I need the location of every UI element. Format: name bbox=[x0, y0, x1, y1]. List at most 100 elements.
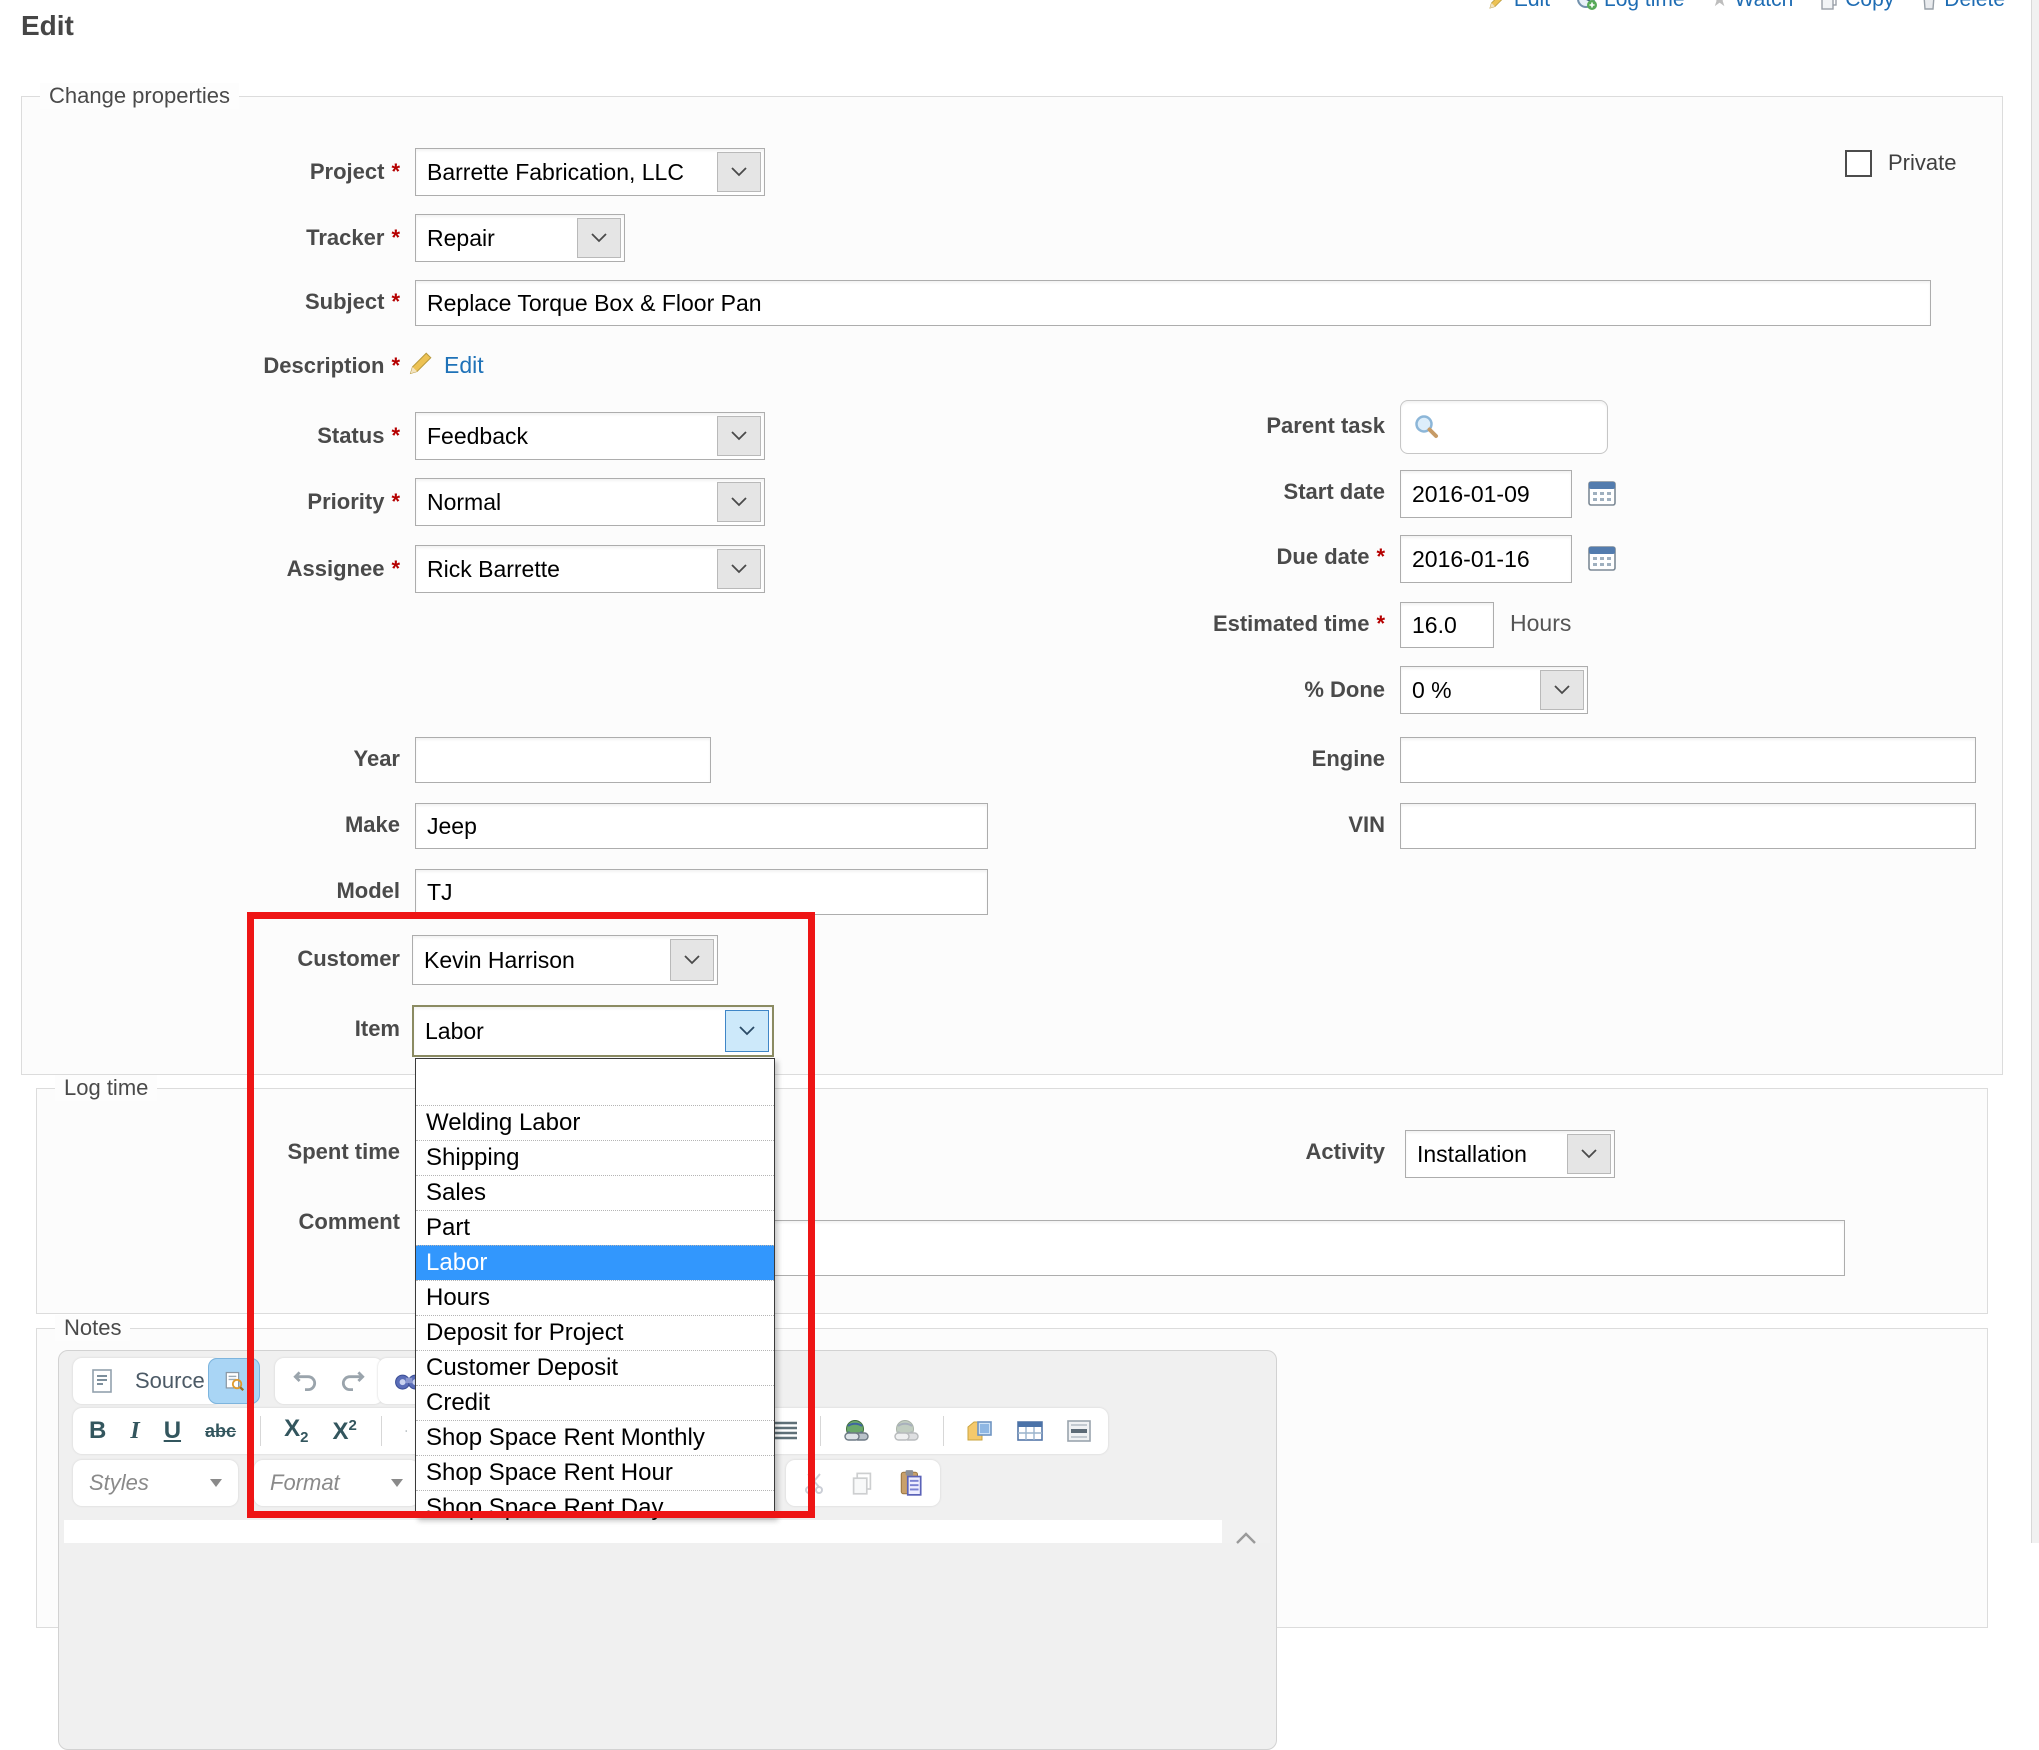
scroll-up-icon[interactable] bbox=[1233, 1528, 1259, 1548]
clock-plus-icon bbox=[1576, 0, 1598, 11]
item-option[interactable]: Deposit for Project bbox=[416, 1315, 774, 1350]
item-select-dropdown: Welding LaborShippingSalesPartLaborHours… bbox=[415, 1058, 775, 1518]
chevron-down-icon bbox=[210, 1479, 222, 1487]
horizontal-rule-icon[interactable] bbox=[1066, 1419, 1092, 1443]
trash-icon bbox=[1920, 0, 1938, 10]
item-option[interactable]: Customer Deposit bbox=[416, 1350, 774, 1385]
chevron-down-icon bbox=[717, 549, 761, 589]
engine-input[interactable] bbox=[1400, 737, 1976, 783]
underline-icon[interactable]: U bbox=[164, 1419, 181, 1443]
estimated-time-input[interactable]: 16.0 bbox=[1400, 602, 1494, 648]
start-date-input[interactable]: 2016-01-09 bbox=[1400, 470, 1572, 518]
page-title: Edit bbox=[21, 10, 74, 42]
notes-legend: Notes bbox=[55, 1315, 130, 1341]
item-option[interactable]: Shipping bbox=[416, 1140, 774, 1175]
log-time-fieldset bbox=[36, 1088, 1988, 1314]
project-select[interactable]: Barrette Fabrication, LLC bbox=[415, 148, 765, 196]
edit-action-link[interactable]: Edit bbox=[1488, 0, 1550, 12]
tracker-select[interactable]: Repair bbox=[415, 214, 625, 262]
bold-icon[interactable]: B bbox=[89, 1419, 106, 1443]
description-edit-link[interactable]: Edit bbox=[444, 352, 484, 379]
calendar-icon[interactable] bbox=[1588, 480, 1616, 506]
cut-icon[interactable] bbox=[802, 1471, 826, 1495]
numbered-list-icon[interactable] bbox=[405, 1420, 407, 1442]
toolbar-group-insert bbox=[740, 1408, 1108, 1454]
chevron-down-icon bbox=[725, 1010, 769, 1052]
due-date-input[interactable]: 2016-01-16 bbox=[1400, 535, 1572, 583]
log-time-action-link[interactable]: Log time bbox=[1576, 0, 1685, 12]
priority-select[interactable]: Normal bbox=[415, 478, 765, 526]
source-icon bbox=[89, 1368, 115, 1394]
project-label: Project bbox=[310, 159, 385, 184]
model-label: Model bbox=[336, 878, 400, 903]
italic-icon[interactable]: I bbox=[130, 1419, 139, 1443]
chevron-down-icon bbox=[391, 1479, 403, 1487]
format-dropdown[interactable]: Format bbox=[254, 1460, 419, 1506]
item-option[interactable]: Welding Labor bbox=[416, 1105, 774, 1140]
link-icon[interactable] bbox=[843, 1419, 871, 1443]
year-input[interactable] bbox=[415, 737, 711, 783]
item-option[interactable]: Shop Space Rent Hour bbox=[416, 1455, 774, 1490]
editor-scrollbar[interactable] bbox=[1222, 1520, 1270, 1543]
description-label: Description bbox=[263, 353, 384, 378]
make-label: Make bbox=[345, 812, 400, 837]
item-label: Item bbox=[355, 1016, 400, 1041]
pencil-icon bbox=[1488, 0, 1508, 10]
table-icon[interactable] bbox=[1016, 1419, 1044, 1443]
item-option[interactable]: Part bbox=[416, 1210, 774, 1245]
vin-input[interactable] bbox=[1400, 803, 1976, 849]
priority-label: Priority bbox=[307, 489, 384, 514]
watch-action-link[interactable]: ★ Watch bbox=[1711, 0, 1794, 12]
customer-select[interactable]: Kevin Harrison bbox=[412, 935, 718, 985]
page-scrollbar[interactable] bbox=[2031, 0, 2039, 1543]
year-label: Year bbox=[354, 746, 401, 771]
item-option[interactable]: Shop Space Rent Monthly bbox=[416, 1420, 774, 1455]
styles-dropdown[interactable]: Styles bbox=[73, 1460, 238, 1506]
model-input[interactable]: TJ bbox=[415, 869, 988, 915]
pencil-icon bbox=[408, 350, 434, 376]
chevron-down-icon bbox=[577, 218, 621, 258]
chevron-down-icon bbox=[717, 152, 761, 192]
item-option[interactable]: Hours bbox=[416, 1280, 774, 1315]
activity-label: Activity bbox=[1306, 1139, 1385, 1164]
item-option[interactable]: Labor bbox=[416, 1245, 774, 1280]
preview-icon bbox=[224, 1368, 244, 1394]
status-select[interactable]: Feedback bbox=[415, 412, 765, 460]
change-properties-legend: Change properties bbox=[40, 83, 239, 109]
parent-task-input[interactable] bbox=[1400, 400, 1608, 454]
strikethrough-icon[interactable]: abc bbox=[205, 1422, 236, 1440]
image-icon[interactable] bbox=[966, 1419, 994, 1443]
item-option[interactable]: Shop Space Rent Day bbox=[416, 1490, 774, 1525]
undo-icon[interactable] bbox=[291, 1369, 319, 1393]
search-icon bbox=[1412, 413, 1440, 441]
unlink-icon[interactable] bbox=[893, 1419, 921, 1443]
copy-action-link[interactable]: Copy bbox=[1819, 0, 1894, 12]
item-option[interactable]: Credit bbox=[416, 1385, 774, 1420]
assignee-select[interactable]: Rick Barrette bbox=[415, 545, 765, 593]
subscript-icon[interactable]: X2 bbox=[284, 1417, 308, 1445]
start-date-label: Start date bbox=[1284, 479, 1385, 504]
subject-label: Subject bbox=[305, 289, 384, 314]
delete-action-link[interactable]: Delete bbox=[1920, 0, 2005, 12]
percent-done-label: % Done bbox=[1304, 677, 1385, 702]
justify-icon[interactable] bbox=[772, 1420, 798, 1442]
chevron-down-icon bbox=[717, 416, 761, 456]
subject-input[interactable]: Replace Torque Box & Floor Pan bbox=[415, 280, 1931, 326]
source-button[interactable]: Source bbox=[135, 1368, 205, 1394]
spent-time-label: Spent time bbox=[288, 1139, 400, 1164]
preview-button[interactable] bbox=[208, 1358, 260, 1404]
item-option[interactable] bbox=[416, 1059, 774, 1105]
percent-done-select[interactable]: 0 % bbox=[1400, 666, 1588, 714]
make-input[interactable]: Jeep bbox=[415, 803, 988, 849]
paste-icon[interactable] bbox=[898, 1469, 924, 1497]
redo-icon[interactable] bbox=[339, 1369, 367, 1393]
item-option[interactable]: Sales bbox=[416, 1175, 774, 1210]
parent-task-label: Parent task bbox=[1266, 413, 1385, 438]
tracker-label: Tracker bbox=[306, 225, 384, 250]
private-checkbox[interactable] bbox=[1845, 150, 1872, 177]
superscript-icon[interactable]: X2 bbox=[333, 1418, 357, 1444]
item-select[interactable]: Labor bbox=[412, 1005, 774, 1057]
calendar-icon[interactable] bbox=[1588, 545, 1616, 571]
activity-select[interactable]: Installation bbox=[1405, 1130, 1615, 1178]
copy-icon[interactable] bbox=[850, 1470, 874, 1496]
